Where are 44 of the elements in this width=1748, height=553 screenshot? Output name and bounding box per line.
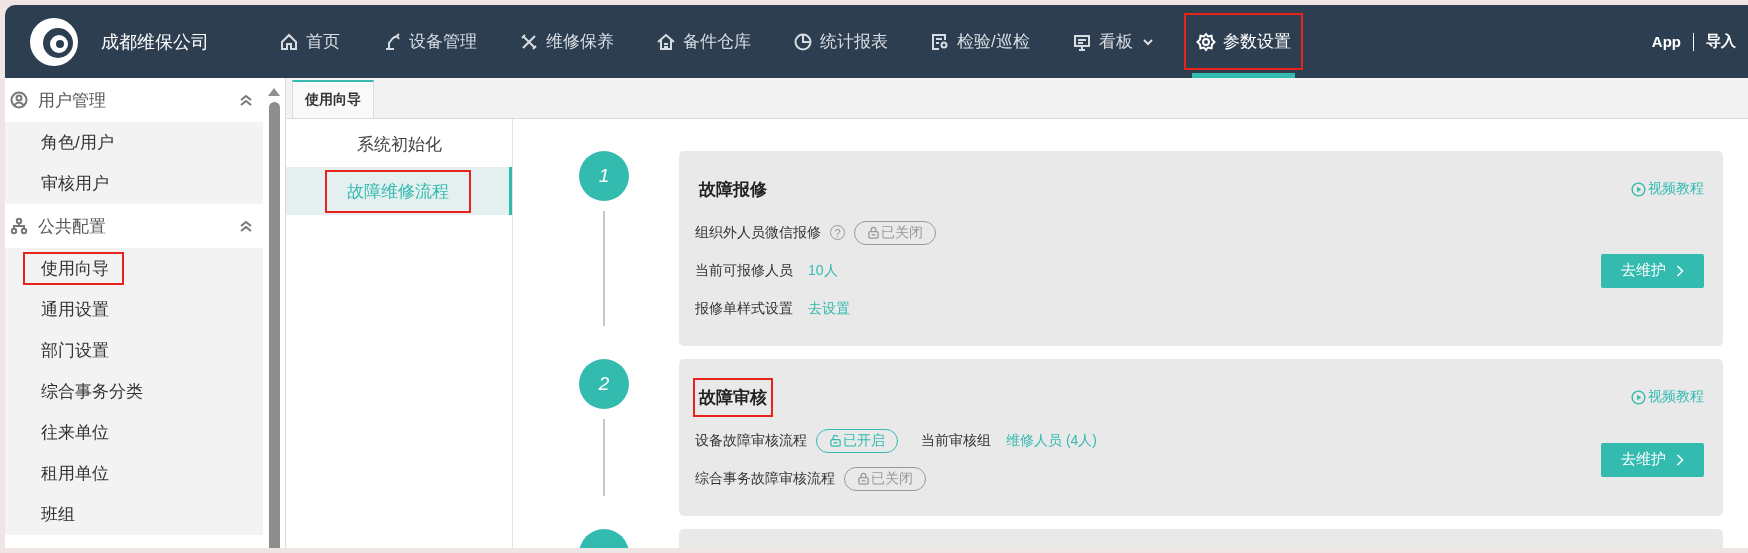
- card-title: 故障报修: [697, 178, 768, 201]
- unlocked-icon: [829, 434, 842, 447]
- sidebar-group-header[interactable]: 公共配置: [5, 204, 263, 248]
- subnav-item[interactable]: 系统初始化: [334, 122, 464, 166]
- chevron-right-icon: [1676, 453, 1684, 466]
- double-chevron-up-icon: [239, 219, 253, 233]
- hierarchy-icon: [10, 217, 28, 235]
- header-link[interactable]: App: [1639, 33, 1693, 50]
- nav-item[interactable]: 设备管理: [362, 5, 497, 78]
- logo-icon: [29, 16, 79, 67]
- field-label: 报修单样式设置: [695, 299, 793, 318]
- nav-item[interactable]: 首页: [259, 5, 360, 78]
- scrollbar-thumb[interactable]: [268, 102, 280, 548]
- lock-icon: [857, 472, 870, 485]
- scroll-up-icon: [268, 88, 280, 96]
- home-icon: [279, 31, 299, 52]
- settings-icon: [1195, 31, 1216, 52]
- field-label: 当前可报修人员: [695, 261, 793, 280]
- field-label: 组织外人员微信报修: [695, 223, 821, 242]
- step-number: 2: [579, 359, 629, 409]
- step-number: 1: [579, 151, 629, 201]
- field-label: 当前审核组: [921, 431, 991, 450]
- nav-item[interactable]: 维修保养: [499, 5, 634, 78]
- nav-item[interactable]: 检验/巡检: [910, 5, 1050, 78]
- chevron-right-icon: [1676, 264, 1684, 277]
- play-icon: [1631, 181, 1646, 197]
- document-pin-icon: [930, 31, 950, 52]
- field-label: 设备故障审核流程: [695, 431, 807, 450]
- house-icon: [656, 31, 676, 52]
- card-title: 故障审核: [695, 379, 771, 415]
- nav-item[interactable]: 统计报表: [773, 5, 908, 78]
- field-label: 综合事务故障审核流程: [695, 469, 835, 488]
- sidebar-group-header[interactable]: 用户管理: [5, 78, 263, 122]
- user-circle-icon: [10, 91, 28, 109]
- nav-item[interactable]: 看板: [1051, 5, 1174, 78]
- double-chevron-up-icon: [239, 93, 253, 107]
- tab[interactable]: 使用向导: [292, 80, 374, 118]
- pie-chart-icon: [793, 31, 813, 52]
- lock-icon: [867, 226, 880, 239]
- header-link[interactable]: 导入: [1694, 32, 1748, 51]
- company-name: 成都维保公司: [101, 30, 209, 54]
- nav-item[interactable]: 备件仓库: [636, 5, 771, 78]
- nav-item[interactable]: 参数设置: [1175, 5, 1311, 78]
- play-icon: [1631, 389, 1646, 405]
